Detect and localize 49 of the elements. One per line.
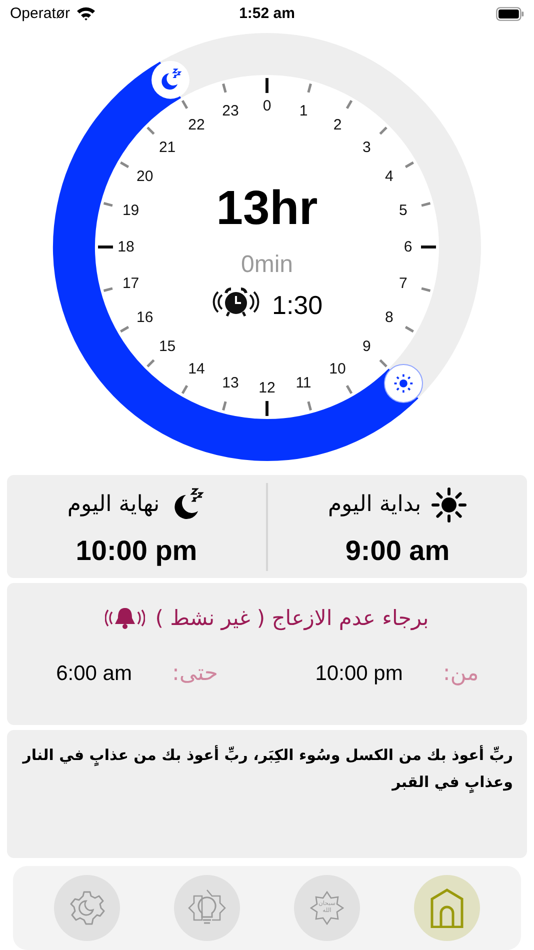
dua-text: ربِّ أعوذ بك من الكسل وسُوء الكِبَر، ربِّ أعوذ بك من عذابٍ في النار وعذابٍ في القبر bbox=[21, 744, 513, 795]
hour-label: 1 bbox=[299, 102, 308, 120]
day-time[interactable]: 9:00 am bbox=[345, 534, 450, 567]
wifi-icon bbox=[76, 6, 96, 22]
alarm-clock-icon bbox=[212, 287, 260, 318]
sleep-duration-hours: 13hr bbox=[216, 182, 318, 235]
hour-label: 22 bbox=[188, 116, 205, 134]
hour-label: 8 bbox=[384, 308, 394, 326]
battery-icon bbox=[496, 6, 524, 21]
bedtime-handle[interactable] bbox=[152, 60, 190, 99]
hour-label: 9 bbox=[362, 338, 371, 356]
hour-label: 2 bbox=[333, 116, 342, 134]
star-badge-icon bbox=[310, 891, 344, 926]
hour-label: 16 bbox=[136, 308, 154, 326]
hour-label: 19 bbox=[122, 202, 140, 219]
carrier-name: Operatør bbox=[10, 5, 70, 22]
hour-label: 4 bbox=[384, 168, 394, 185]
sleep-duration-minutes: 0min bbox=[240, 250, 294, 278]
status-time: 1:52 am bbox=[239, 5, 295, 22]
hour-label: 12 bbox=[258, 379, 276, 396]
wake-handle[interactable] bbox=[384, 364, 423, 403]
from-label: من: bbox=[442, 661, 479, 686]
hour-label: 11 bbox=[296, 374, 312, 392]
hour-label: 18 bbox=[118, 238, 134, 256]
alarm-time: 1:30 bbox=[272, 290, 323, 320]
hour-label: 3 bbox=[362, 138, 371, 156]
hour-label: 14 bbox=[188, 360, 205, 378]
ringing-bell-icon bbox=[105, 605, 146, 632]
hour-label: 13 bbox=[222, 374, 239, 392]
hour-label: 20 bbox=[136, 168, 154, 185]
arch-home-icon bbox=[430, 888, 464, 928]
hour-label: 21 bbox=[158, 138, 176, 156]
hour-label: 7 bbox=[399, 274, 408, 292]
until-label: حتى: bbox=[172, 661, 218, 686]
hour-label: 15 bbox=[158, 338, 176, 356]
day-label: نهاية اليوم bbox=[67, 492, 160, 518]
hour-label: 23 bbox=[222, 102, 239, 120]
day-time[interactable]: 10:00 pm bbox=[76, 534, 198, 567]
hour-label: 6 bbox=[404, 238, 412, 256]
gear-moon-icon bbox=[69, 890, 105, 926]
hour-label: 10 bbox=[329, 360, 346, 378]
from-time[interactable]: 10:00 pm bbox=[315, 662, 403, 686]
sun-icon bbox=[431, 486, 468, 523]
hour-label: 5 bbox=[399, 202, 408, 219]
day-label: بداية اليوم bbox=[328, 492, 422, 518]
hour-label: 0 bbox=[262, 97, 272, 114]
hour-label: 17 bbox=[122, 274, 140, 292]
until-time[interactable]: 6:00 am bbox=[56, 662, 132, 686]
do-not-disturb-title: برجاء عدم الازعاج ( غير نشط ) bbox=[155, 606, 429, 630]
